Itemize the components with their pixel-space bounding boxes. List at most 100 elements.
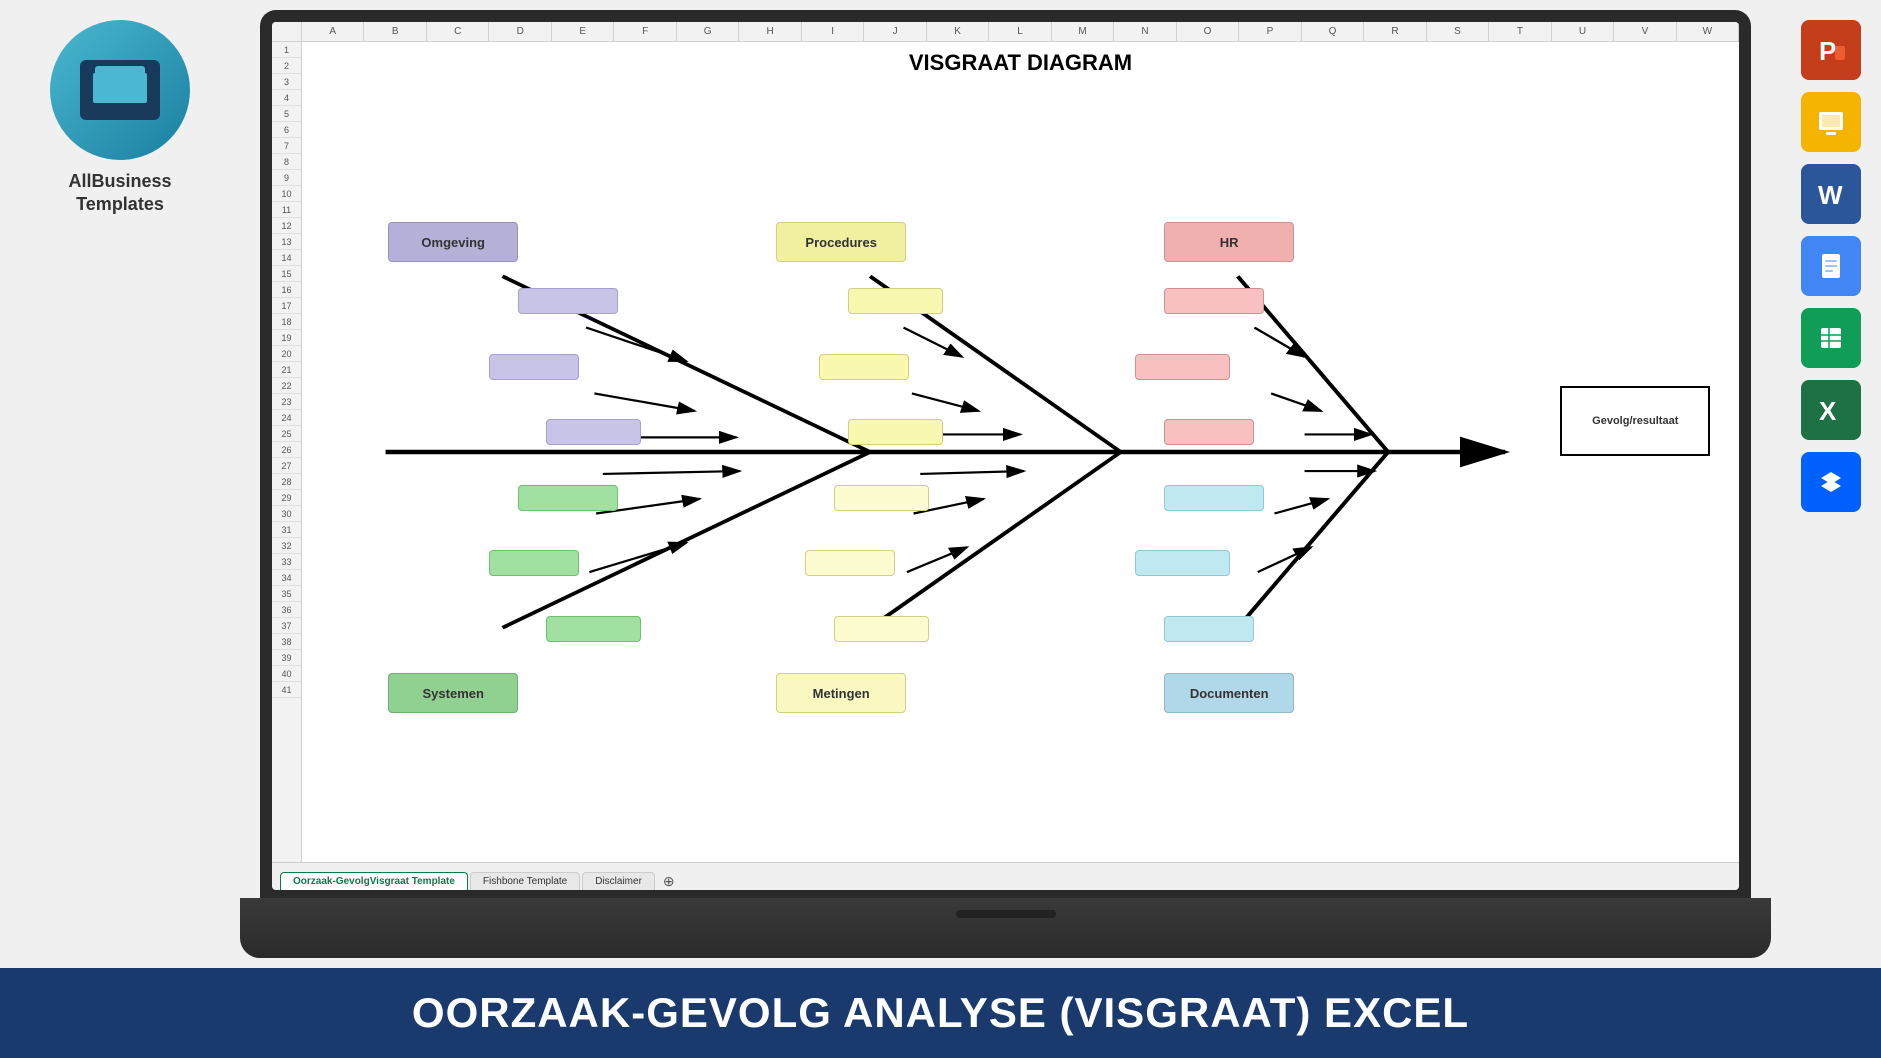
google-slides-icon[interactable] <box>1801 92 1861 152</box>
col-U: U <box>1552 22 1614 41</box>
laptop-container: A B C D E F G H I J K L M N O P Q <box>240 10 1771 958</box>
col-R: R <box>1364 22 1426 41</box>
data-box-bm1 <box>834 485 929 511</box>
data-box-tr3 <box>1164 419 1254 445</box>
excel-spreadsheet: A B C D E F G H I J K L M N O P Q <box>272 22 1739 890</box>
diagram-area: VISGRAAT DIAGRAM <box>302 42 1739 862</box>
bottom-banner: OORZAAK-GEVOLG ANALYSE (VISGRAAT) EXCEL <box>0 968 1881 1058</box>
row-4: 4 <box>272 90 301 106</box>
data-box-tl2 <box>489 354 579 380</box>
fishbone-svg <box>302 42 1739 862</box>
row-20: 20 <box>272 346 301 362</box>
data-box-tm3 <box>848 419 943 445</box>
svg-text:W: W <box>1818 180 1843 210</box>
col-V: V <box>1614 22 1676 41</box>
col-L: L <box>989 22 1051 41</box>
row-36: 36 <box>272 602 301 618</box>
row-33: 33 <box>272 554 301 570</box>
data-box-tl1 <box>518 288 618 314</box>
row-numbers: 1 2 3 4 5 6 7 8 9 10 11 12 13 14 <box>272 42 302 862</box>
row-25: 25 <box>272 426 301 442</box>
data-box-br3 <box>1164 616 1254 642</box>
bottom-banner-text: OORZAAK-GEVOLG ANALYSE (VISGRAAT) EXCEL <box>412 989 1469 1037</box>
category-metingen: Metingen <box>776 673 906 713</box>
category-omgeving: Omgeving <box>388 222 518 262</box>
row-10: 10 <box>272 186 301 202</box>
row-40: 40 <box>272 666 301 682</box>
row-37: 37 <box>272 618 301 634</box>
row-29: 29 <box>272 490 301 506</box>
col-S: S <box>1427 22 1489 41</box>
row-12: 12 <box>272 218 301 234</box>
logo-circle <box>50 20 190 160</box>
excel-body: 1 2 3 4 5 6 7 8 9 10 11 12 13 14 <box>272 42 1739 862</box>
row-26: 26 <box>272 442 301 458</box>
row-30: 30 <box>272 506 301 522</box>
data-box-tr1 <box>1164 288 1264 314</box>
column-headers: A B C D E F G H I J K L M N O P Q <box>272 22 1739 42</box>
laptop-base <box>240 898 1771 958</box>
col-E: E <box>552 22 614 41</box>
right-icons-panel: P W <box>1801 20 1861 512</box>
col-W: W <box>1677 22 1739 41</box>
laptop-hinge <box>956 910 1056 918</box>
word-icon[interactable]: W <box>1801 164 1861 224</box>
col-T: T <box>1489 22 1551 41</box>
row-17: 17 <box>272 298 301 314</box>
col-O: O <box>1177 22 1239 41</box>
logo-icon <box>80 60 160 120</box>
data-box-bl1 <box>518 485 618 511</box>
data-box-tl3 <box>546 419 641 445</box>
col-G: G <box>677 22 739 41</box>
col-M: M <box>1052 22 1114 41</box>
col-K: K <box>927 22 989 41</box>
logo-area: AllBusinessTemplates <box>20 20 220 217</box>
col-D: D <box>489 22 551 41</box>
row-41: 41 <box>272 682 301 698</box>
col-C: C <box>427 22 489 41</box>
row-15: 15 <box>272 266 301 282</box>
row-35: 35 <box>272 586 301 602</box>
row-11: 11 <box>272 202 301 218</box>
row-3: 3 <box>272 74 301 90</box>
category-procedures: Procedures <box>776 222 906 262</box>
data-box-bm2 <box>805 550 895 576</box>
google-sheets-icon[interactable] <box>1801 308 1861 368</box>
row-23: 23 <box>272 394 301 410</box>
tab-disclaimer[interactable]: Disclaimer <box>582 872 655 890</box>
category-documenten: Documenten <box>1164 673 1294 713</box>
row-2: 2 <box>272 58 301 74</box>
result-box: Gevolg/resultaat <box>1560 386 1710 456</box>
row-7: 7 <box>272 138 301 154</box>
col-H: H <box>739 22 801 41</box>
row-34: 34 <box>272 570 301 586</box>
excel-icon[interactable]: X <box>1801 380 1861 440</box>
laptop-screen-outer: A B C D E F G H I J K L M N O P Q <box>260 10 1751 898</box>
data-box-bm3 <box>834 616 929 642</box>
row-16: 16 <box>272 282 301 298</box>
laptop-screen: A B C D E F G H I J K L M N O P Q <box>272 22 1739 890</box>
col-B: B <box>364 22 426 41</box>
tab-fishbone[interactable]: Fishbone Template <box>470 872 580 890</box>
dropbox-icon[interactable] <box>1801 452 1861 512</box>
col-N: N <box>1114 22 1176 41</box>
row-1: 1 <box>272 42 301 58</box>
category-systemen: Systemen <box>388 673 518 713</box>
row-13: 13 <box>272 234 301 250</box>
row-6: 6 <box>272 122 301 138</box>
row-19: 19 <box>272 330 301 346</box>
row-21: 21 <box>272 362 301 378</box>
data-box-br1 <box>1164 485 1264 511</box>
tab-add-button[interactable]: ⊕ <box>657 873 681 890</box>
google-docs-icon[interactable] <box>1801 236 1861 296</box>
powerpoint-icon[interactable]: P <box>1801 20 1861 80</box>
col-F: F <box>614 22 676 41</box>
col-I: I <box>802 22 864 41</box>
col-Q: Q <box>1302 22 1364 41</box>
row-39: 39 <box>272 650 301 666</box>
row-14: 14 <box>272 250 301 266</box>
brand-name: AllBusinessTemplates <box>20 170 220 217</box>
tab-oorzaak[interactable]: Oorzaak-GevolgVisgraat Template <box>280 872 468 890</box>
data-box-tr2 <box>1135 354 1230 380</box>
row-32: 32 <box>272 538 301 554</box>
